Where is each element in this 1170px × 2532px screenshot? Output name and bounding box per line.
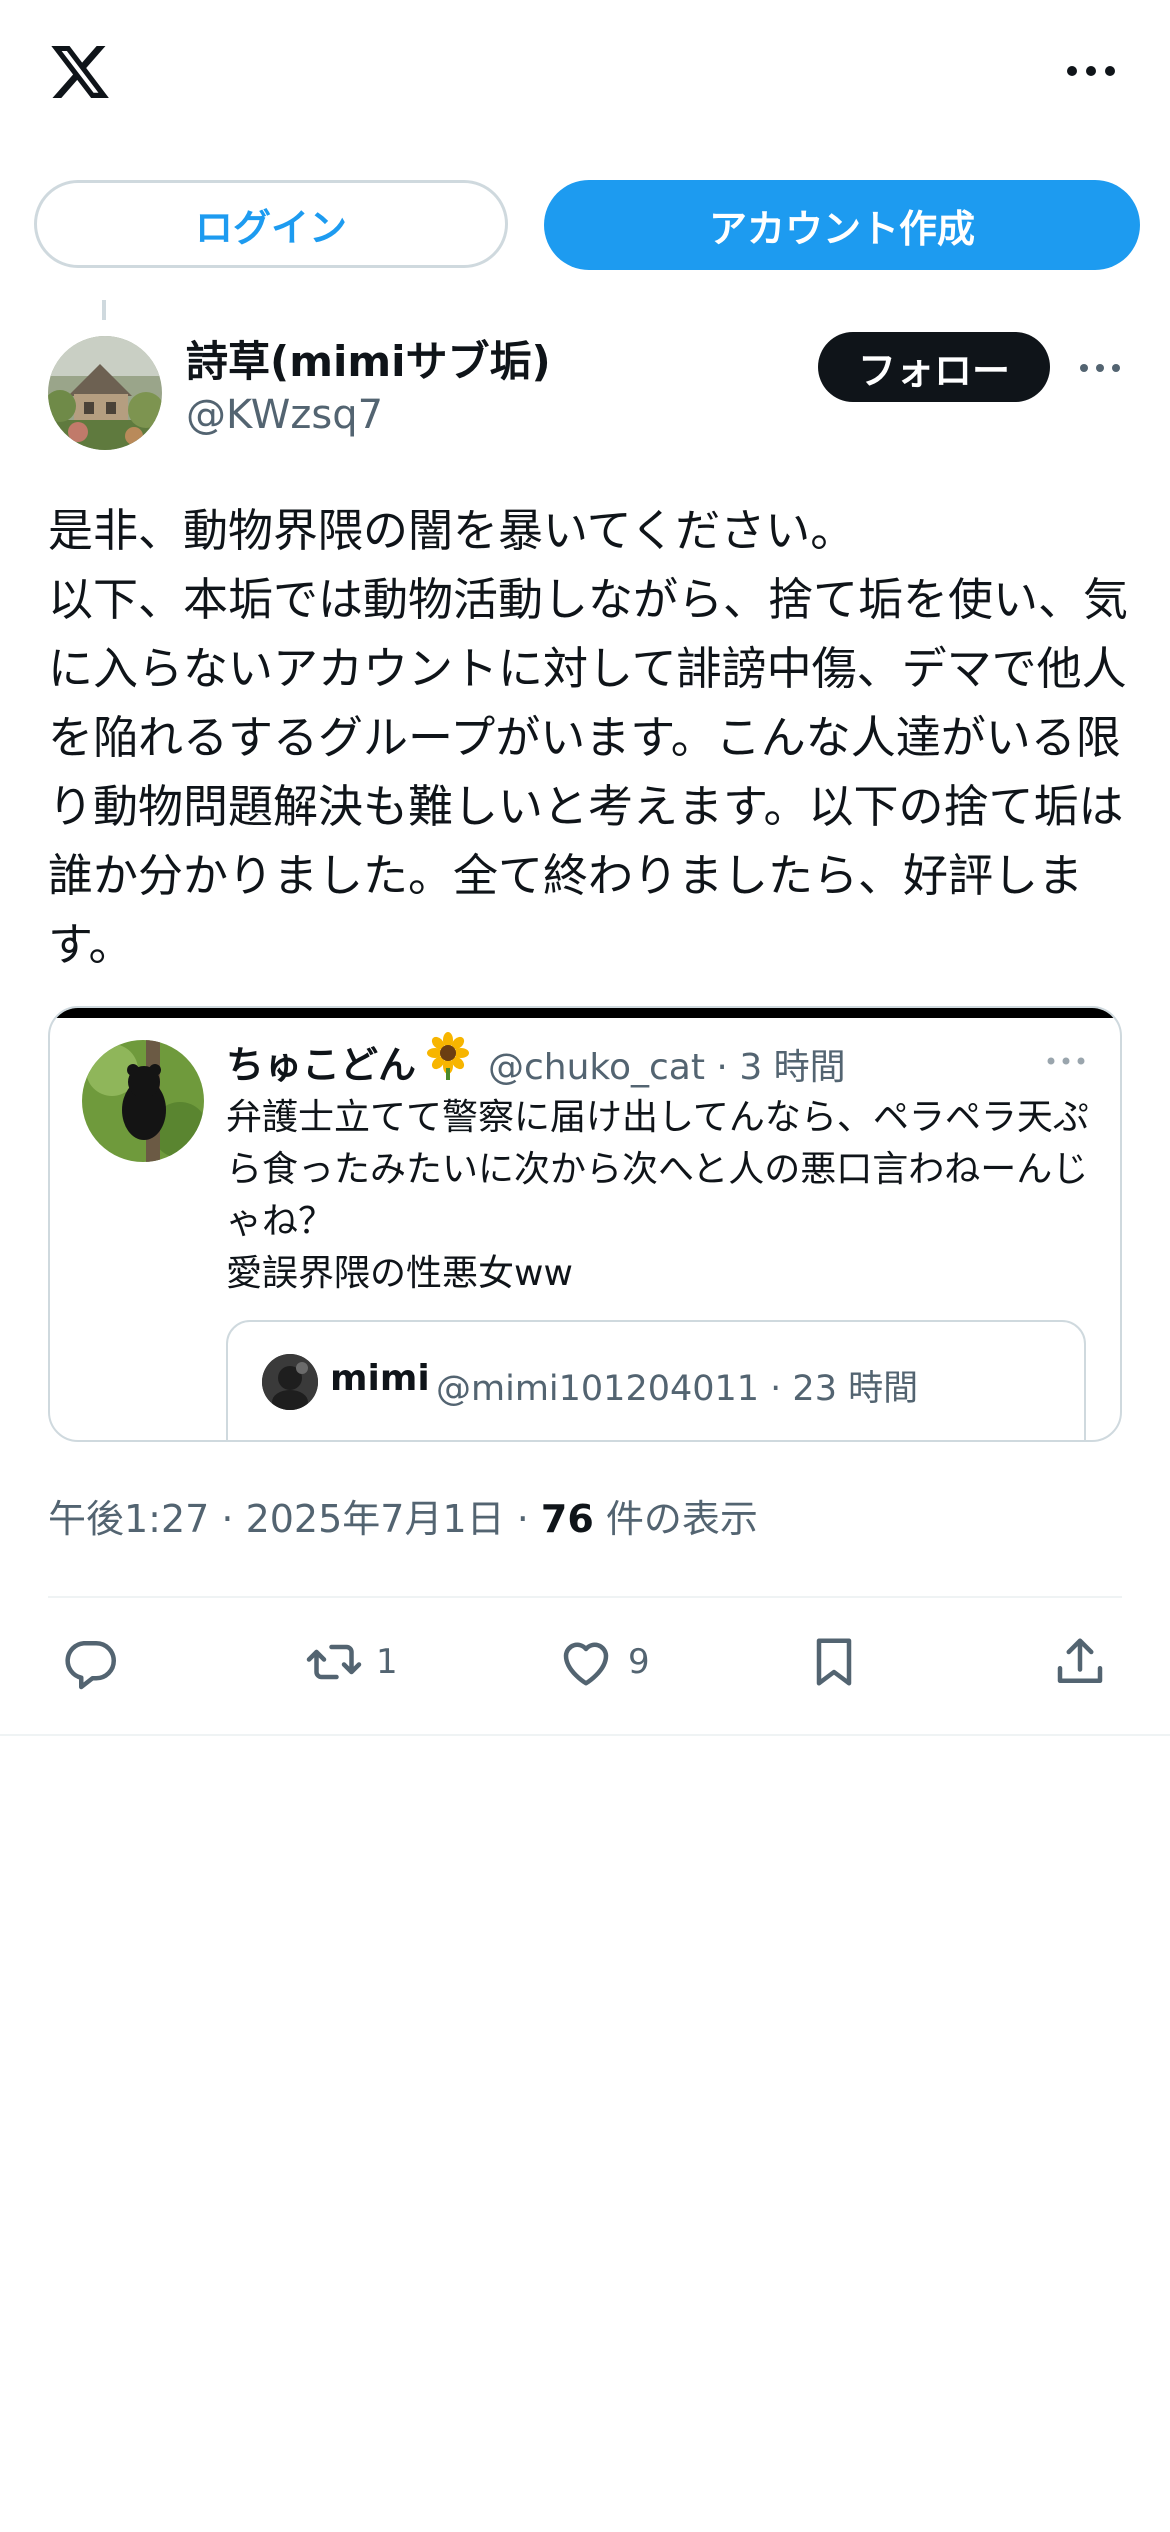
author-handle[interactable]: @KWzsq7 xyxy=(186,392,383,438)
heart-icon xyxy=(563,1642,609,1686)
more-horizontal-icon[interactable] xyxy=(1064,56,1118,86)
views-label: 件の表示 xyxy=(593,1497,758,1541)
thread-connector-line xyxy=(102,300,106,320)
auth-buttons: ログイン アカウント作成 xyxy=(0,180,1170,272)
post-meta: 午後1:27 · 2025年7月1日 · 76 件の表示 xyxy=(48,1488,758,1543)
post-media-image[interactable]: ちゅこどん @chuko_cat · 3 時間 弁護士立てて警察に届け出してんな… xyxy=(48,1006,1122,1442)
nested-author-handle-time: @mimi101204011 · 23 時間 xyxy=(436,1369,919,1409)
like-count: 9 xyxy=(628,1642,650,1682)
x-logo-icon[interactable] xyxy=(46,40,114,104)
follow-button[interactable]: フォロー xyxy=(818,332,1050,402)
retweet-button[interactable]: 1 xyxy=(304,1622,398,1702)
bookmark-icon xyxy=(816,1638,852,1686)
quoted-text-line: 愛誤界隈の性悪女ww xyxy=(226,1253,573,1294)
share-button[interactable] xyxy=(1050,1622,1110,1702)
author-avatar[interactable] xyxy=(48,336,162,450)
quoted-more-icon xyxy=(1047,1057,1085,1065)
quoted-author-avatar xyxy=(82,1040,204,1162)
nested-author-name: mimi xyxy=(330,1358,430,1399)
sunflower-emoji-icon xyxy=(427,1032,469,1080)
quoted-post-text: 弁護士立てて警察に届け出してんなら、ペラペラ天ぷら食ったみたいに次から次へと人の… xyxy=(226,1092,1106,1300)
divider xyxy=(0,1734,1170,1736)
reply-icon xyxy=(65,1641,116,1690)
action-bar: 1 9 xyxy=(0,1622,1170,1712)
bookmark-button[interactable] xyxy=(804,1622,864,1702)
share-icon xyxy=(1057,1638,1103,1683)
nested-quoted-post: mimi @mimi101204011 · 23 時間 わたくしちゃったらもう作… xyxy=(226,1320,1086,1440)
views-count: 76 xyxy=(540,1497,594,1541)
retweet-icon xyxy=(306,1644,362,1680)
post-text-line: 是非、動物界隈の闇を暴いてください。 xyxy=(48,504,856,557)
divider xyxy=(48,1596,1122,1598)
like-button[interactable]: 9 xyxy=(556,1622,650,1702)
create-account-button[interactable]: アカウント作成 xyxy=(544,180,1140,270)
quoted-author-name: ちゅこどん xyxy=(226,1043,417,1087)
post-more-icon[interactable] xyxy=(1078,358,1122,378)
nested-author-avatar xyxy=(262,1354,318,1410)
post-text: 是非、動物界隈の闇を暴いてください。 以下、本垢では動物活動しながら、捨て垢を使… xyxy=(48,496,1128,979)
quoted-text-line: 弁護士立てて警察に届け出してんなら、ペラペラ天ぷら食ったみたいに次から次へと人の… xyxy=(226,1097,1089,1242)
media-top-strip xyxy=(50,1008,1120,1018)
nested-post-text-cut: わたくしちゃったらもう作ちゃったわけは xyxy=(262,1430,907,1440)
retweet-count: 1 xyxy=(376,1642,398,1682)
quoted-author-handle-time: @chuko_cat · 3 時間 xyxy=(488,1047,846,1088)
author-display-name[interactable]: 詩草(mimiサブ垢) xyxy=(186,328,551,389)
top-bar xyxy=(0,0,1170,150)
post-timestamp[interactable]: 午後1:27 · 2025年7月1日 · xyxy=(48,1497,541,1541)
post-text-line: 以下、本垢では動物活動しながら、捨て垢を使い、気に入らないアカウントに対して誹謗… xyxy=(48,573,1129,971)
reply-button[interactable] xyxy=(60,1622,120,1702)
login-button[interactable]: ログイン xyxy=(34,180,508,268)
